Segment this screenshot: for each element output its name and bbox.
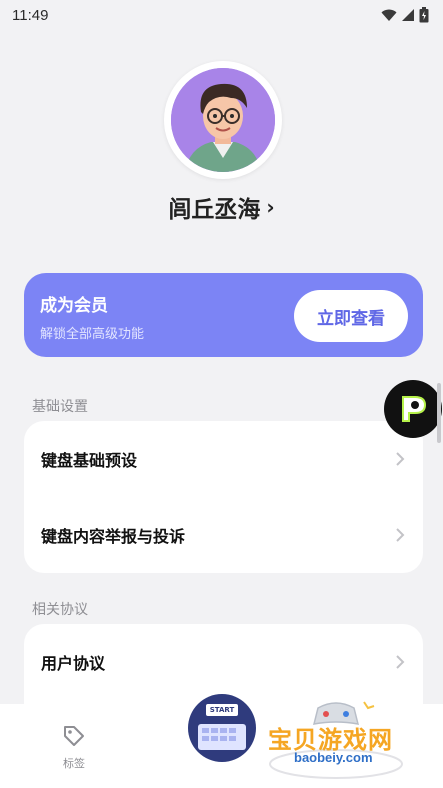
vip-subtitle: 解锁全部高级功能 [40,327,145,342]
floating-app-bubble[interactable] [384,380,442,438]
profile-name-link[interactable]: 闾丘丞海 › [0,190,443,224]
watermark-url: baobeiy.com [294,750,373,765]
settings-row-keyboard-preset[interactable]: 键盘基础预设 [24,421,423,497]
chevron-right-icon: › [266,195,275,219]
watermark-logo: 宝贝游戏网 baobeiy.com [266,694,416,784]
nav-item-label: 标签 [63,757,85,770]
nav-item-tags[interactable]: 标签 [52,724,96,771]
chevron-right-icon [396,452,405,466]
tag-icon [64,726,84,746]
start-keyboard-button[interactable]: START [188,694,256,762]
settings-row-user-agreement[interactable]: 用户协议 [24,624,423,700]
status-bar: 11:49 [0,0,443,30]
section-label-basic: 基础设置 [32,399,88,415]
avatar-frame[interactable] [164,61,282,179]
vip-view-button[interactable]: 立即查看 [294,290,408,342]
vip-banner[interactable]: 成为会员 解锁全部高级功能 立即查看 [24,273,423,357]
status-time: 11:49 [12,6,49,24]
vip-title: 成为会员 [40,296,108,316]
keyboard-icon [198,724,246,750]
scrollbar-thumb[interactable] [437,383,441,443]
wifi-icon [381,9,397,21]
status-icons [381,7,429,23]
row-label: 键盘内容举报与投诉 [41,527,186,546]
battery-icon [419,7,429,23]
profile-name: 闾丘丞海 [168,197,261,223]
app-logo-icon [402,396,427,422]
chevron-right-icon [396,655,405,669]
basic-settings-card: 键盘基础预设 键盘内容举报与投诉 [24,421,423,573]
signal-icon [402,9,414,21]
settings-row-report[interactable]: 键盘内容举报与投诉 [24,497,423,573]
avatar[interactable] [171,68,275,172]
section-label-agreements: 相关协议 [32,602,88,618]
row-label: 键盘基础预设 [41,451,138,470]
row-label: 用户协议 [41,654,106,673]
chevron-right-icon [396,528,405,542]
avatar-portrait-icon [171,68,275,172]
